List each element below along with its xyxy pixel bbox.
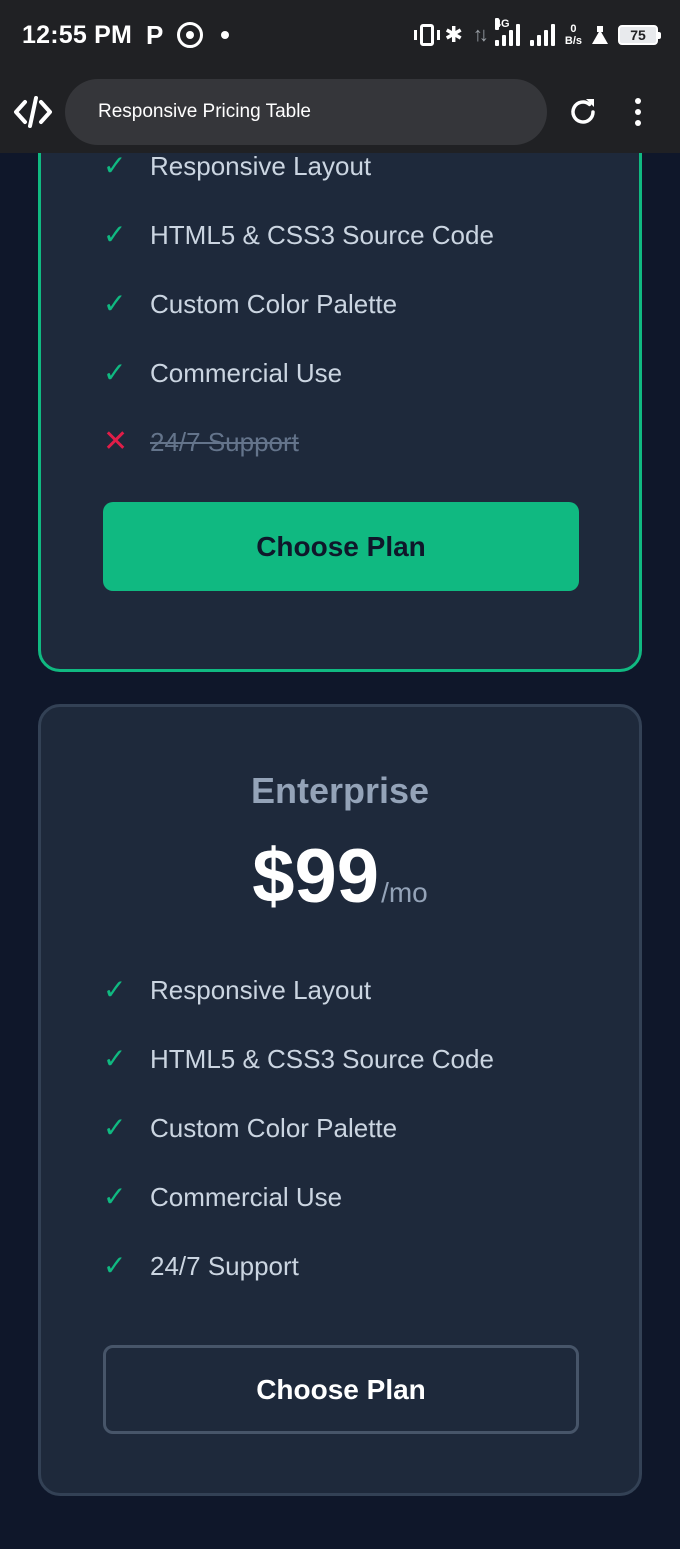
choose-plan-button[interactable]: Choose Plan: [103, 502, 579, 591]
pricing-card-enterprise: Enterprise $99 /mo ✓ Responsive Layout ✓…: [38, 704, 642, 1496]
check-icon: ✓: [103, 1112, 127, 1143]
bluetooth-icon: ✱: [444, 22, 463, 47]
reload-button[interactable]: [563, 92, 603, 132]
feature-text: Commercial Use: [150, 1181, 343, 1212]
reload-icon: [571, 98, 595, 124]
feature-item: ✓ HTML5 & CSS3 Source Code: [103, 215, 494, 255]
speed-unit: B/s: [564, 35, 582, 47]
system-icons: ✱ ↑↓ 4G 0 B/s 75: [414, 18, 661, 48]
notification-icons: P: [146, 20, 230, 50]
data-arrows-icon: ↑↓: [472, 23, 489, 46]
check-icon: ✓: [103, 1043, 127, 1074]
feature-text: HTML5 & CSS3 Source Code: [150, 219, 494, 250]
feature-item: ✓ Responsive Layout: [103, 970, 371, 1010]
check-icon: ✓: [103, 974, 127, 1005]
battery-icon: 75: [618, 25, 661, 45]
feature-item: ✓ Responsive Layout: [103, 153, 371, 186]
browser-toolbar: Responsive Pricing Table: [0, 70, 680, 153]
check-icon: ✓: [103, 357, 127, 388]
status-bar: 12:55 PM P ✱ ↑↓ 4G 0 B/s 75: [0, 0, 680, 70]
choose-plan-button[interactable]: Choose Plan: [103, 1345, 579, 1434]
feature-text: 24/7 Support: [150, 426, 299, 457]
check-icon: ✓: [103, 153, 127, 181]
page-viewport[interactable]: ✓ Responsive Layout ✓ HTML5 & CSS3 Sourc…: [0, 153, 680, 1549]
paypal-icon: P: [146, 20, 164, 50]
price-row: $99 /mo: [41, 839, 639, 915]
feature-text: Commercial Use: [150, 357, 343, 388]
pricing-card-featured: ✓ Responsive Layout ✓ HTML5 & CSS3 Sourc…: [38, 153, 642, 672]
feature-text: HTML5 & CSS3 Source Code: [150, 1043, 494, 1074]
feature-text: Custom Color Palette: [150, 1112, 398, 1143]
price-period: /mo: [381, 877, 428, 908]
check-icon: ✓: [103, 1181, 127, 1212]
more-notifications-icon: [221, 31, 230, 39]
feature-item: ✓ 24/7 Support: [103, 1246, 299, 1286]
network-speed: 0 B/s: [565, 23, 582, 47]
feature-text: Responsive Layout: [150, 974, 372, 1005]
more-menu-button[interactable]: [623, 92, 653, 132]
code-icon[interactable]: [13, 92, 53, 132]
feature-item: ✓ Commercial Use: [103, 1177, 342, 1217]
plan-price: $99: [252, 834, 380, 919]
check-icon: ✓: [103, 288, 127, 319]
whatsapp-icon: [177, 22, 204, 48]
plan-name: Enterprise: [250, 770, 430, 811]
url-bar[interactable]: Responsive Pricing Table: [65, 78, 547, 145]
feature-item: ✓ HTML5 & CSS3 Source Code: [103, 1039, 494, 1079]
flask-icon: [592, 26, 608, 44]
status-time: 12:55 PM: [22, 20, 132, 49]
check-icon: ✓: [103, 219, 127, 250]
feature-text: 24/7 Support: [150, 1250, 299, 1281]
speed-value: 0: [570, 23, 577, 35]
cross-icon: ✕: [103, 425, 129, 458]
signal-4g-icon: 4G: [494, 18, 520, 46]
feature-item: ✓ Custom Color Palette: [103, 1108, 397, 1148]
feature-item: ✓ Custom Color Palette: [103, 284, 397, 324]
vibrate-icon: [414, 24, 441, 46]
feature-text: Custom Color Palette: [150, 288, 398, 319]
feature-text: Responsive Layout: [150, 153, 372, 181]
check-icon: ✓: [103, 1250, 127, 1281]
url-text: Responsive Pricing Table: [98, 100, 311, 122]
feature-item-excluded: ✕ 24/7 Support: [103, 422, 299, 462]
signal-icon: [529, 24, 555, 46]
network-label: 4G: [494, 18, 510, 30]
feature-item: ✓ Commercial Use: [103, 353, 342, 393]
